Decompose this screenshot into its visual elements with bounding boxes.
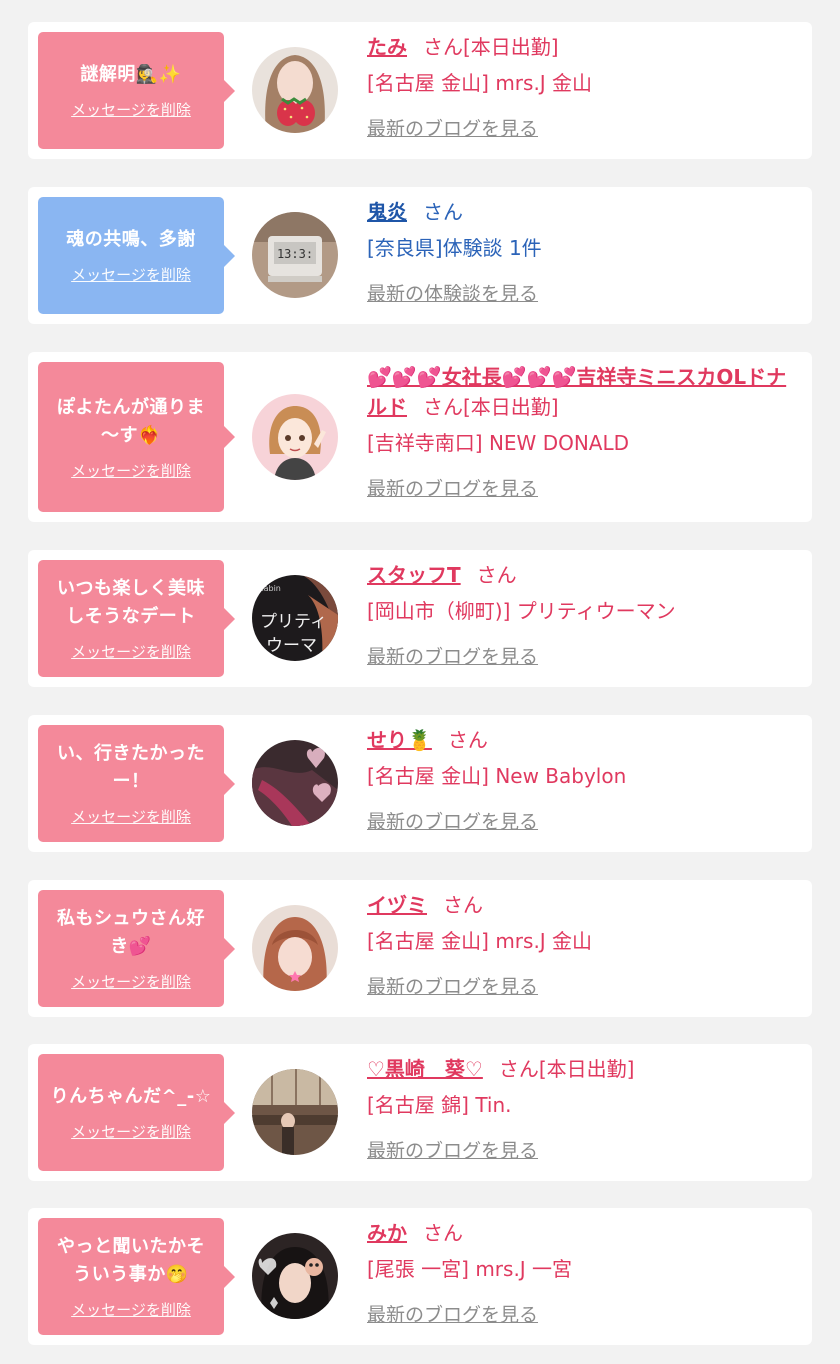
profile-name-link[interactable]: たみ bbox=[367, 35, 407, 59]
profile-info: ♡黒崎 葵♡ さん[本日出勤] [名古屋 錦] Tin. 最新のブログを見る bbox=[367, 1054, 794, 1163]
avatar[interactable]: 13:3: bbox=[252, 212, 338, 298]
avatar[interactable] bbox=[252, 394, 338, 480]
message-text: やっと聞いたかそういう事か🤭 bbox=[57, 1236, 205, 1285]
profile-info: せり🍍 さん [名古屋 金山] New Babylon 最新のブログを見る bbox=[367, 725, 794, 834]
shop-info: [吉祥寺南口] NEW DONALD bbox=[367, 431, 630, 455]
profile-name-link[interactable]: イヅミ bbox=[367, 893, 427, 917]
latest-blog-link[interactable]: 最新のブログを見る bbox=[367, 1136, 794, 1163]
list-item: 私もシュウさん好き💕 メッセージを削除 イヅミ さん [名古屋 金山] mrs.J… bbox=[28, 880, 812, 1017]
delete-message-link[interactable]: メッセージを削除 bbox=[71, 641, 191, 662]
message-text: 私もシュウさん好き💕 bbox=[57, 908, 205, 957]
svg-text:プリティ: プリティ bbox=[260, 612, 327, 632]
avatar[interactable] bbox=[252, 47, 338, 133]
latest-blog-link[interactable]: 最新のブログを見る bbox=[367, 972, 794, 999]
delete-message-link[interactable]: メッセージを削除 bbox=[71, 99, 191, 120]
latest-blog-link[interactable]: 最新のブログを見る bbox=[367, 1300, 794, 1327]
profile-name-link[interactable]: せり🍍 bbox=[367, 728, 432, 752]
message-text: い、行きたかったー！ bbox=[57, 743, 205, 792]
list-item: やっと聞いたかそういう事か🤭 メッセージを削除 みか さん [尾張 一宮] mrs… bbox=[28, 1208, 812, 1345]
shop-info: [名古屋 金山] mrs.J 金山 bbox=[367, 71, 593, 95]
message-bubble: 謎解明🕵‍♀️✨ メッセージを削除 bbox=[38, 32, 235, 149]
list-item: 謎解明🕵‍♀️✨ メッセージを削除 たみ さん[本日出勤] [名古屋 金山] mr… bbox=[28, 22, 812, 159]
shop-info: [名古屋 金山] mrs.J 金山 bbox=[367, 929, 593, 953]
shop-info: [名古屋 金山] New Babylon bbox=[367, 764, 627, 788]
profile-name-link[interactable]: スタッフT bbox=[367, 563, 461, 587]
profile-name-link[interactable]: ♡黒崎 葵♡ bbox=[367, 1057, 483, 1081]
message-text: りんちゃんだ^_-☆ bbox=[50, 1086, 212, 1107]
honorific: さん bbox=[423, 200, 463, 224]
status-badge: [本日出勤] bbox=[463, 395, 559, 419]
profile-info: みか さん [尾張 一宮] mrs.J 一宮 最新のブログを見る bbox=[367, 1218, 794, 1327]
list-item: りんちゃんだ^_-☆ メッセージを削除 ♡黒崎 葵♡ さん[本日出勤] [名古屋 … bbox=[28, 1044, 812, 1181]
latest-blog-link[interactable]: 最新のブログを見る bbox=[367, 114, 794, 141]
latest-blog-link[interactable]: 最新のブログを見る bbox=[367, 642, 794, 669]
message-text: 魂の共鳴、多謝 bbox=[66, 229, 196, 250]
list-item: いつも楽しく美味しそうなデート メッセージを削除 プリティウーマ Cabin スタ… bbox=[28, 550, 812, 687]
avatar[interactable] bbox=[252, 1233, 338, 1319]
profile-info: スタッフT さん [岡山市（柳町)] プリティウーマン 最新のブログを見る bbox=[367, 560, 794, 669]
message-list: 謎解明🕵‍♀️✨ メッセージを削除 たみ さん[本日出勤] [名古屋 金山] mr… bbox=[0, 0, 840, 1345]
honorific: さん bbox=[423, 395, 463, 419]
delete-message-link[interactable]: メッセージを削除 bbox=[71, 460, 191, 481]
profile-info: イヅミ さん [名古屋 金山] mrs.J 金山 最新のブログを見る bbox=[367, 890, 794, 999]
delete-message-link[interactable]: メッセージを削除 bbox=[71, 971, 191, 992]
message-bubble: いつも楽しく美味しそうなデート メッセージを削除 bbox=[38, 560, 235, 677]
profile-info: たみ さん[本日出勤] [名古屋 金山] mrs.J 金山 最新のブログを見る bbox=[367, 32, 794, 141]
svg-text:Cabin: Cabin bbox=[258, 584, 281, 593]
delete-message-link[interactable]: メッセージを削除 bbox=[71, 1121, 191, 1142]
delete-message-link[interactable]: メッセージを削除 bbox=[71, 806, 191, 827]
honorific: さん bbox=[447, 728, 488, 752]
honorific: さん bbox=[476, 563, 517, 587]
shop-info: [名古屋 錦] Tin. bbox=[367, 1093, 512, 1117]
message-text: 謎解明🕵‍♀️✨ bbox=[80, 64, 182, 85]
profile-name-link[interactable]: みか bbox=[367, 1221, 407, 1245]
latest-blog-link[interactable]: 最新のブログを見る bbox=[367, 474, 794, 501]
status-badge: [本日出勤] bbox=[463, 35, 559, 59]
avatar[interactable] bbox=[252, 740, 338, 826]
avatar[interactable] bbox=[252, 1069, 338, 1155]
profile-info: 鬼炎 さん [奈良県]体験談 1件 最新の体験談を見る bbox=[367, 197, 794, 306]
list-item: ぽよたんが通りま～す❤️‍🔥 メッセージを削除 💕💕💕女社長💕💕💕吉祥寺ミニスカ… bbox=[28, 352, 812, 522]
list-item: 魂の共鳴、多謝 メッセージを削除 13:3: 鬼炎 さん [奈良県]体験談 1件 … bbox=[28, 187, 812, 324]
message-bubble: ぽよたんが通りま～す❤️‍🔥 メッセージを削除 bbox=[38, 362, 235, 512]
message-text: ぽよたんが通りま～す❤️‍🔥 bbox=[57, 396, 205, 446]
svg-text:ウーマ: ウーマ bbox=[266, 636, 317, 656]
honorific: さん bbox=[423, 35, 463, 59]
profile-info: 💕💕💕女社長💕💕💕吉祥寺ミニスカOLドナルド さん[本日出勤] [吉祥寺南口] N… bbox=[367, 362, 794, 501]
honorific: さん bbox=[498, 1057, 539, 1081]
message-bubble: りんちゃんだ^_-☆ メッセージを削除 bbox=[38, 1054, 235, 1171]
latest-review-link[interactable]: 最新の体験談を見る bbox=[367, 279, 794, 306]
shop-info: [奈良県]体験談 1件 bbox=[367, 236, 542, 260]
status-badge: [本日出勤] bbox=[538, 1057, 635, 1081]
message-text: いつも楽しく美味しそうなデート bbox=[57, 578, 205, 627]
honorific: さん bbox=[423, 1221, 463, 1245]
list-item: い、行きたかったー！ メッセージを削除 せり🍍 さん [名古屋 金山] New B… bbox=[28, 715, 812, 852]
profile-name-link[interactable]: 鬼炎 bbox=[367, 200, 407, 224]
avatar[interactable] bbox=[252, 905, 338, 991]
delete-message-link[interactable]: メッセージを削除 bbox=[71, 264, 191, 285]
svg-text:13:3:: 13:3: bbox=[277, 247, 313, 261]
delete-message-link[interactable]: メッセージを削除 bbox=[71, 1299, 191, 1320]
shop-info: [岡山市（柳町)] プリティウーマン bbox=[367, 599, 676, 623]
message-bubble: 私もシュウさん好き💕 メッセージを削除 bbox=[38, 890, 235, 1007]
message-bubble: い、行きたかったー！ メッセージを削除 bbox=[38, 725, 235, 842]
avatar[interactable]: プリティウーマ Cabin bbox=[252, 575, 338, 661]
shop-info: [尾張 一宮] mrs.J 一宮 bbox=[367, 1257, 573, 1281]
message-bubble: 魂の共鳴、多謝 メッセージを削除 bbox=[38, 197, 235, 314]
honorific: さん bbox=[443, 893, 483, 917]
message-bubble: やっと聞いたかそういう事か🤭 メッセージを削除 bbox=[38, 1218, 235, 1335]
latest-blog-link[interactable]: 最新のブログを見る bbox=[367, 807, 794, 834]
